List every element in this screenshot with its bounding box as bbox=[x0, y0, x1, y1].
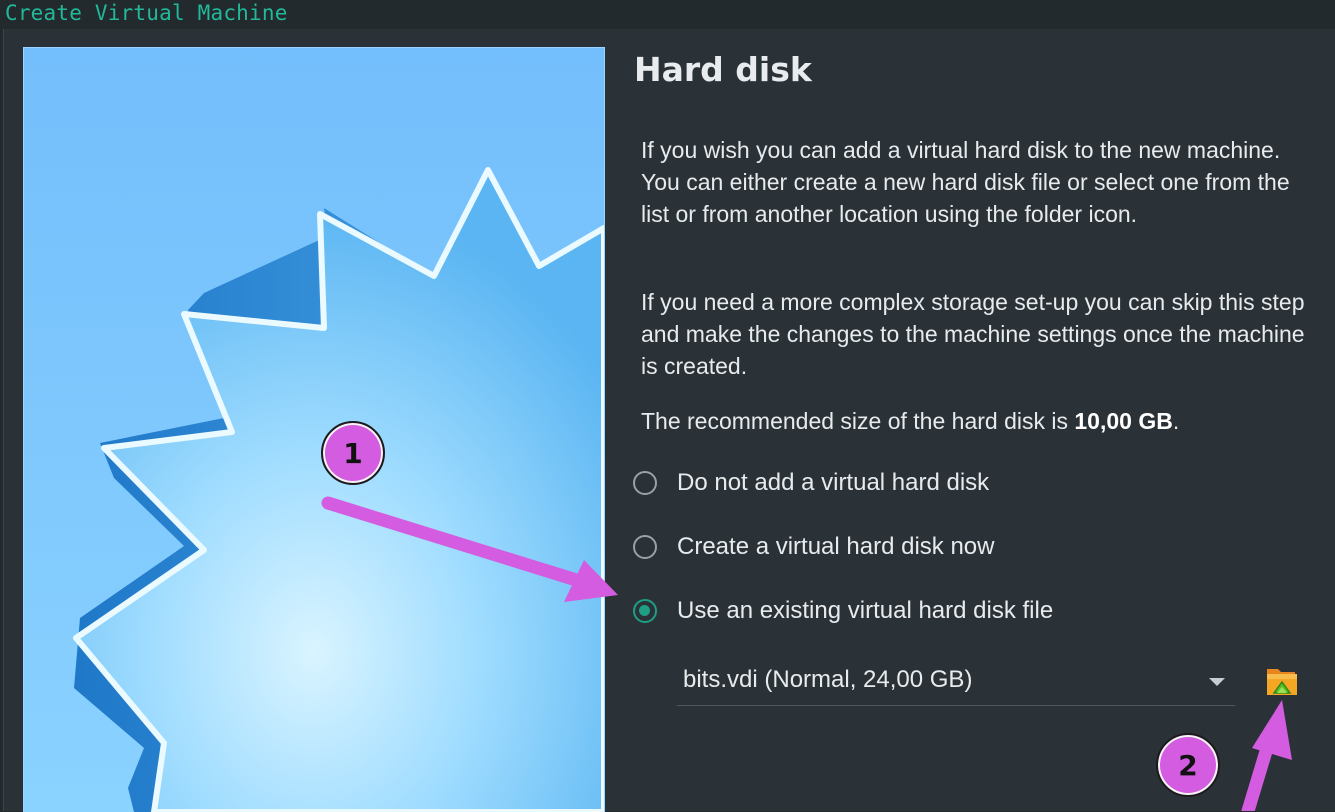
disk-file-select[interactable]: bits.vdi (Normal, 24,00 GB) bbox=[677, 660, 1235, 706]
annotation-badge-1: 1 bbox=[321, 421, 385, 485]
radio-existing-disk-indicator[interactable] bbox=[633, 599, 657, 623]
radio-existing-disk[interactable]: Use an existing virtual hard disk file bbox=[633, 596, 1053, 626]
radio-create-disk-label[interactable]: Create a virtual hard disk now bbox=[677, 533, 994, 561]
radio-existing-disk-label[interactable]: Use an existing virtual hard disk file bbox=[677, 597, 1053, 625]
folder-open-icon bbox=[1267, 669, 1297, 695]
radio-no-disk[interactable]: Do not add a virtual hard disk bbox=[633, 468, 989, 498]
recommended-size-value: 10,00 GB bbox=[1074, 408, 1173, 434]
recommended-size-prefix: The recommended size of the hard disk is bbox=[641, 408, 1075, 434]
chevron-down-icon[interactable] bbox=[1209, 678, 1225, 686]
radio-create-disk[interactable]: Create a virtual hard disk now bbox=[633, 532, 994, 562]
wizard-banner-image bbox=[23, 47, 605, 812]
recommended-size-text: The recommended size of the hard disk is… bbox=[641, 405, 1321, 437]
window-titlebar: Create Virtual Machine bbox=[0, 0, 1335, 28]
disk-file-select-value: bits.vdi (Normal, 24,00 GB) bbox=[683, 666, 973, 693]
choose-disk-file-button[interactable] bbox=[1265, 663, 1299, 697]
radio-create-disk-indicator[interactable] bbox=[633, 535, 657, 559]
radio-no-disk-indicator[interactable] bbox=[633, 471, 657, 495]
annotation-badge-2: 2 bbox=[1156, 733, 1220, 797]
intro-paragraph: If you wish you can add a virtual hard d… bbox=[641, 137, 1290, 227]
storage-paragraph: If you need a more complex storage set-u… bbox=[641, 289, 1305, 379]
window-title: Create Virtual Machine bbox=[5, 1, 288, 25]
recommended-size-suffix: . bbox=[1172, 408, 1180, 434]
page-title: Hard disk bbox=[634, 50, 812, 89]
radio-no-disk-label[interactable]: Do not add a virtual hard disk bbox=[677, 469, 989, 497]
